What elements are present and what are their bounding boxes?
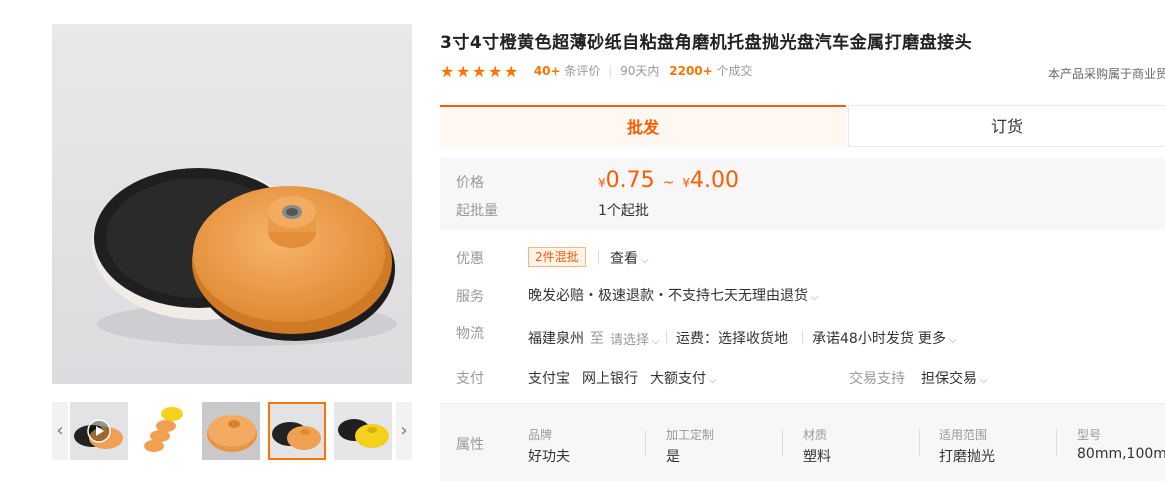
divider	[782, 430, 783, 456]
sold-label: 个成交	[716, 64, 753, 78]
sold-count: 2200+	[669, 64, 713, 78]
attributes-label: 属性	[456, 437, 484, 453]
period-label: 90天内	[620, 64, 660, 78]
logistics-more-label: 更多	[918, 331, 946, 347]
attribute-model: 型号 80mm,100m...	[1077, 426, 1165, 462]
attribute-value: 好功夫	[528, 449, 570, 465]
divider	[598, 250, 599, 264]
thumbnail-image	[334, 402, 392, 460]
thumbnail-2[interactable]	[136, 402, 194, 460]
divider	[645, 430, 646, 456]
attribute-key: 材质	[803, 428, 828, 442]
price-max: 4.00	[690, 168, 739, 193]
promo-label: 优惠	[456, 251, 484, 267]
payment-method-alipay: 支付宝	[528, 371, 570, 387]
payment-label: 支付	[456, 371, 484, 387]
thumbnail-4[interactable]	[268, 402, 326, 460]
star-icon: ★	[488, 61, 503, 81]
chevron-right-icon[interactable]: ›	[396, 402, 412, 460]
logistics-more-link[interactable]: 更多 ⌵	[918, 328, 957, 348]
main-product-image[interactable]	[52, 24, 412, 384]
thumbnail-3[interactable]	[202, 402, 260, 460]
divider: |	[608, 64, 613, 78]
divider	[1056, 430, 1057, 456]
price-range: ¥0.75 ~ ¥4.00	[598, 168, 739, 193]
chevron-down-icon: ⌵	[980, 375, 988, 386]
shipping-fee: 运费：选择收货地	[676, 331, 788, 347]
destination-placeholder: 请选择	[610, 333, 650, 348]
star-icon: ★	[456, 61, 471, 81]
price-tilde: ~	[662, 175, 675, 191]
payment-method-bank: 网上银行	[582, 371, 638, 387]
service-text: 晚发必赔・极速退款・不支持七天无理由退货	[528, 288, 808, 304]
attribute-key: 品牌	[528, 428, 553, 442]
min-qty-value: 1个起批	[598, 203, 649, 219]
product-title: 3寸4寸橙黄色超薄砂纸自粘盘角磨机托盘抛光盘汽车金属打磨盘接头	[440, 33, 973, 53]
tab-wholesale[interactable]: 批发	[440, 105, 846, 147]
attribute-usage: 适用范围 打磨抛光	[939, 426, 995, 466]
service-label: 服务	[456, 289, 484, 305]
chevron-left-icon[interactable]: ‹	[52, 402, 68, 460]
logistics-to: 至	[590, 331, 604, 347]
large-payment-label: 大额支付	[650, 371, 706, 387]
price-label: 价格	[456, 175, 484, 191]
purchase-tabs: 批发 订货	[440, 105, 1165, 147]
price-min: 0.75	[605, 168, 655, 193]
attribute-value: 打磨抛光	[939, 449, 995, 465]
attribute-key: 适用范围	[939, 428, 988, 442]
rating-stars: ★ ★ ★ ★ ★	[440, 61, 520, 81]
attribute-value: 80mm,100m...	[1077, 446, 1165, 462]
thumbnail-5[interactable]	[334, 402, 392, 460]
attribute-custom: 加工定制 是	[666, 426, 714, 466]
commercial-note: 本产品采购属于商业贸	[1048, 67, 1165, 81]
trade-support-value: 担保交易	[921, 371, 977, 387]
thumbnail-image	[70, 402, 128, 460]
currency-symbol: ¥	[682, 176, 690, 190]
payment-method-large[interactable]: 大额支付 ⌵	[650, 368, 717, 388]
chevron-down-icon: ⌵	[949, 335, 957, 346]
chevron-down-icon: ⌵	[709, 375, 717, 386]
promo-view-label: 查看	[610, 251, 638, 267]
thumbnail-strip: ‹ ›	[52, 402, 412, 462]
attribute-key: 型号	[1077, 428, 1102, 442]
review-label: 条评价	[564, 64, 601, 78]
thumbnail-image	[202, 402, 260, 460]
review-count[interactable]: 40+	[534, 64, 561, 78]
price-block: 价格 ¥0.75 ~ ¥4.00 起批量 1个起批	[440, 158, 1165, 230]
logistics-label: 物流	[456, 326, 484, 342]
attribute-material: 材质 塑料	[803, 426, 831, 466]
attribute-value: 是	[666, 449, 680, 465]
tab-order[interactable]: 订货	[848, 105, 1165, 147]
currency-symbol: ¥	[598, 176, 606, 190]
thumbnail-image	[136, 402, 194, 460]
thumbnail-image	[268, 402, 326, 460]
trade-support-link[interactable]: 担保交易 ⌵	[921, 368, 988, 388]
promo-view-link[interactable]: 查看 ⌵	[610, 248, 649, 268]
product-photo	[92, 168, 397, 346]
product-stats: ★ ★ ★ ★ ★ 40+ 条评价 | 90天内 2200+ 个成交	[440, 62, 753, 80]
logistics-origin: 福建泉州	[528, 331, 584, 347]
attribute-key: 加工定制	[666, 428, 715, 442]
promo-badge[interactable]: 2件混批	[528, 247, 586, 267]
divider	[802, 330, 803, 344]
chevron-down-icon: ⌵	[811, 292, 819, 303]
thumbnail-video[interactable]	[70, 402, 128, 460]
service-link[interactable]: 晚发必赔・极速退款・不支持七天无理由退货 ⌵	[528, 285, 819, 305]
trade-support-label: 交易支持	[849, 371, 905, 387]
destination-select[interactable]: 请选择 ⌵	[610, 329, 660, 348]
attributes-panel: 属性 品牌 好功夫 加工定制 是 材质 塑料 适用范围 打磨抛光 型号 80mm…	[440, 403, 1165, 481]
divider	[666, 330, 667, 344]
shipping-promise: 承诺48小时发货	[812, 331, 914, 347]
star-icon: ★	[440, 61, 455, 81]
star-icon: ★	[472, 61, 487, 81]
attribute-brand: 品牌 好功夫	[528, 426, 570, 466]
min-qty-label: 起批量	[456, 203, 498, 219]
star-icon: ★	[504, 61, 519, 81]
chevron-down-icon: ⌵	[641, 255, 649, 266]
chevron-down-icon: ⌵	[652, 336, 660, 347]
attribute-value: 塑料	[803, 449, 831, 465]
divider	[919, 430, 920, 456]
